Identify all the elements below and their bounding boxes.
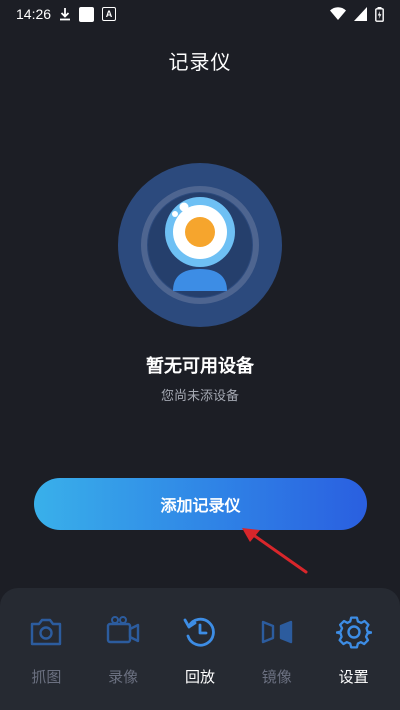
camera-icon [31,618,62,646]
mirror-icon [261,620,292,644]
red-arrow-annotation [242,528,308,574]
nav-item-capture[interactable]: 抓图 [14,588,78,710]
nav-item-record[interactable]: 录像 [91,588,155,710]
nav-item-settings[interactable]: 设置 [322,588,386,710]
nav-item-mirror[interactable]: 镜像 [245,588,309,710]
video-camera-icon [106,616,140,644]
replay-clock-icon [183,617,215,647]
download-icon [60,8,71,21]
add-recorder-button[interactable]: 添加记录仪 [34,478,367,530]
bottom-navigation: 抓图 录像 回放 镜像 设置 [0,588,400,710]
nav-item-playback[interactable]: 回放 [168,588,232,710]
nav-label-settings: 设置 [338,668,369,686]
nav-label-mirror: 镜像 [261,668,292,686]
nav-label-playback: 回放 [184,668,215,686]
signal-icon [354,7,367,21]
nav-label-record: 录像 [108,668,139,686]
status-bar-left: 14:26 A [16,6,117,22]
status-bar: 14:26 A [0,0,400,28]
gear-icon [335,616,372,649]
empty-state-title: 暂无可用设备 [146,356,254,377]
add-recorder-button-label: 添加记录仪 [160,496,241,515]
status-time: 14:26 [16,6,52,22]
notification-app-icon: A [102,7,117,21]
status-bar-right [330,6,384,22]
nav-label-capture: 抓图 [31,668,62,686]
notification-square-icon [79,6,95,22]
empty-state-subtitle: 您尚未添设备 [160,389,239,404]
notification-app-letter: A [105,9,113,19]
webcam-illustration [118,163,282,327]
wifi-icon [330,7,346,20]
page-title: 记录仪 [168,50,232,74]
battery-icon [375,6,384,22]
